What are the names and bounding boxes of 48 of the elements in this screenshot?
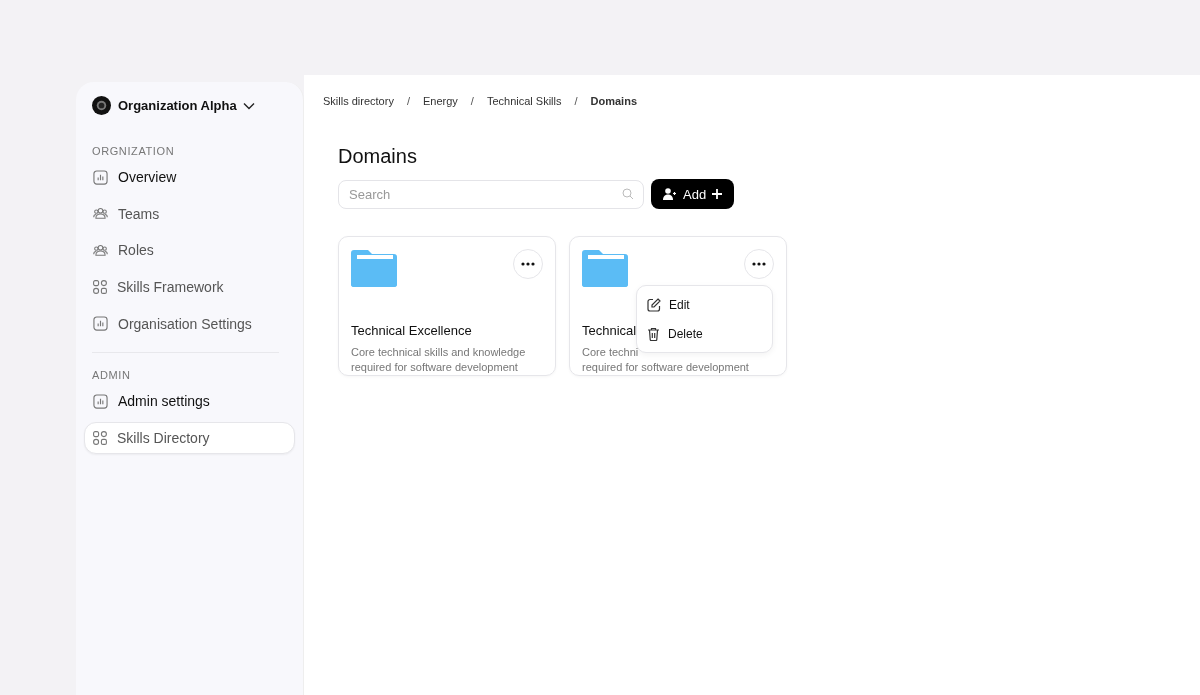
organization-switcher[interactable]: Organization Alpha — [84, 94, 295, 117]
more-button[interactable] — [744, 249, 774, 279]
card-description: required for software development — [351, 359, 518, 374]
organization-logo-icon — [92, 96, 111, 115]
card-title: Technical Excellence — [351, 323, 472, 338]
add-button[interactable]: Add — [651, 179, 735, 209]
grid-icon — [93, 280, 107, 295]
nav-item[interactable]: Skills Framework — [84, 271, 295, 304]
nav-item[interactable]: Roles — [84, 234, 295, 267]
nav-item[interactable]: Overview — [84, 161, 295, 193]
breadcrumb-separator: / — [574, 95, 578, 107]
grid-icon — [93, 431, 107, 446]
nav-item[interactable]: Organisation Settings — [84, 307, 295, 340]
trash-icon — [647, 326, 660, 341]
ellipsis-icon — [521, 262, 535, 266]
nav-item[interactable]: Teams — [84, 197, 295, 230]
card-description: Core techni — [582, 345, 639, 360]
nav-item[interactable]: Admin settings — [84, 385, 295, 418]
search-field[interactable]: Search — [338, 179, 644, 209]
more-button[interactable] — [513, 249, 543, 279]
people-icon — [93, 243, 108, 257]
breadcrumb-separator: / — [406, 95, 410, 107]
breadcrumb-link[interactable]: Technical Skills — [486, 95, 562, 107]
folder-icon — [351, 249, 397, 287]
plus-icon — [712, 189, 723, 199]
card-title: Technical — [582, 323, 637, 338]
edit-icon — [647, 297, 661, 312]
search-icon — [622, 187, 634, 200]
card-description: required for software development — [582, 359, 749, 374]
nav-item[interactable]: Skills Directory — [84, 422, 295, 455]
people-icon — [93, 207, 108, 221]
section-heading: ADMIN — [91, 369, 132, 382]
chart-icon — [93, 316, 108, 332]
chart-icon — [93, 393, 108, 409]
page-title: Domains — [338, 145, 418, 168]
menu-item[interactable]: Edit — [647, 290, 762, 319]
breadcrumb-separator: / — [470, 95, 474, 107]
section-heading: ORGNIZATION — [91, 145, 176, 157]
card-description: Core technical skills and knowledge — [351, 345, 526, 360]
chevron-down-icon — [242, 101, 255, 110]
chart-icon — [93, 169, 108, 185]
breadcrumb-link[interactable]: Energy — [422, 95, 458, 107]
breadcrumb-link[interactable]: Domains — [590, 95, 637, 107]
folder-icon — [582, 249, 628, 287]
menu-item[interactable]: Delete — [647, 319, 762, 348]
ellipsis-icon — [752, 262, 766, 266]
breadcrumb-link[interactable]: Skills directory — [323, 95, 394, 107]
add-user-icon — [663, 188, 677, 200]
